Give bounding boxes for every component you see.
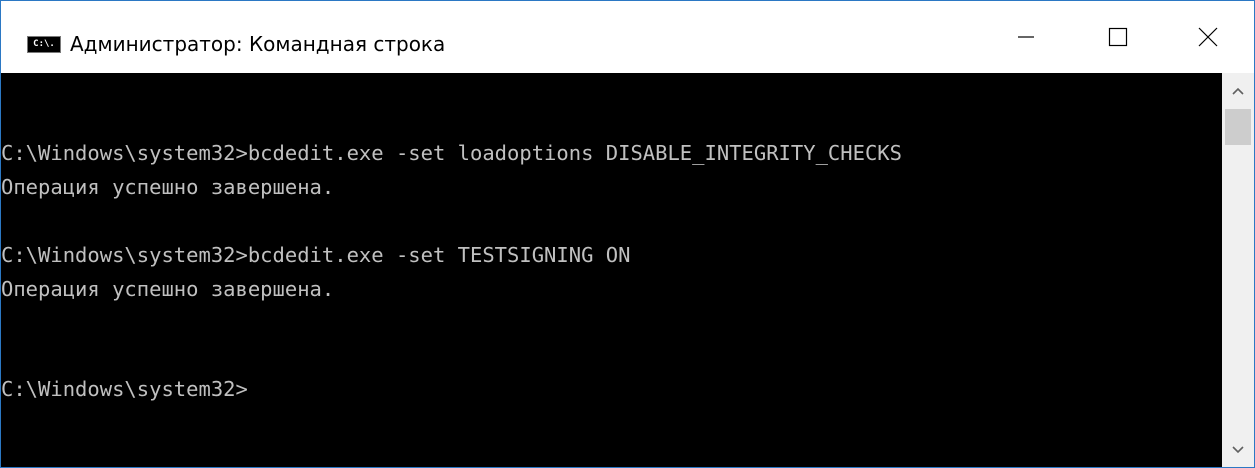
scroll-up-button[interactable]: [1222, 73, 1254, 109]
console-line: Операция успешно завершена.: [1, 277, 335, 301]
maximize-button[interactable]: [1072, 1, 1164, 73]
minimize-button[interactable]: [980, 1, 1072, 73]
title-bar[interactable]: C:\. Администратор: Командная строка: [1, 1, 1254, 73]
maximize-icon: [1108, 27, 1128, 47]
command-prompt-window: C:\. Администратор: Командная строка C:\…: [0, 0, 1255, 468]
console-line: C:\Windows\system32>bcdedit.exe -set TES…: [1, 243, 631, 267]
console-output[interactable]: C:\Windows\system32>bcdedit.exe -set loa…: [1, 73, 1222, 467]
window-title: Администратор: Командная строка: [70, 32, 446, 56]
console-line: C:\Windows\system32>bcdedit.exe -set loa…: [1, 141, 902, 165]
console-line: Операция успешно завершена.: [1, 175, 335, 199]
scroll-down-button[interactable]: [1222, 432, 1254, 467]
console-prompt-line: C:\Windows\system32>: [1, 377, 248, 401]
cmd-icon[interactable]: C:\.: [27, 36, 61, 53]
scrollbar-thumb[interactable]: [1225, 109, 1251, 145]
close-icon: [1198, 27, 1218, 47]
close-button[interactable]: [1162, 1, 1254, 73]
chevron-down-icon: [1232, 446, 1244, 454]
cmd-icon-text: C:\.: [33, 39, 55, 49]
minimize-icon: [1018, 36, 1034, 38]
chevron-up-icon: [1232, 87, 1244, 95]
vertical-scrollbar[interactable]: [1222, 73, 1254, 467]
